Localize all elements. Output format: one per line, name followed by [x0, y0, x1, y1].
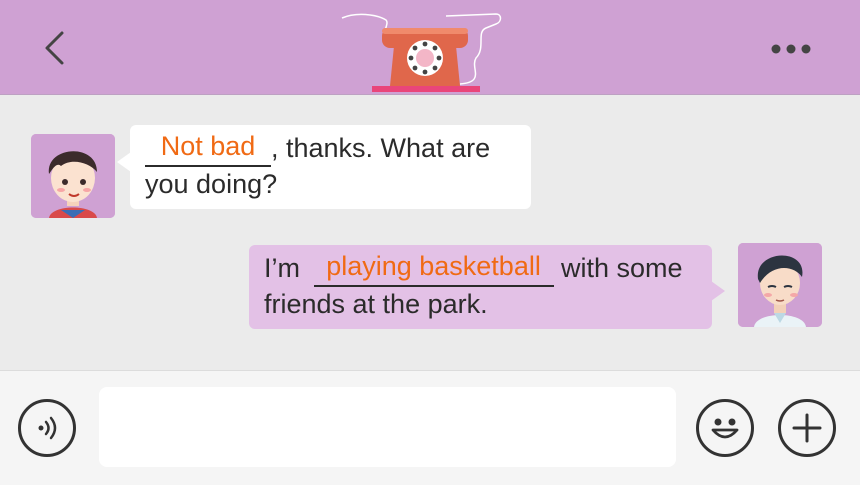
more-dots-icon [771, 44, 811, 54]
message-text: with some [553, 253, 683, 283]
young-man-avatar-icon[interactable] [738, 243, 822, 327]
telephone-icon [341, 13, 502, 92]
back-button[interactable] [34, 28, 74, 68]
chevron-left-icon [45, 31, 64, 65]
message-bubble-left: Not bad , thanks. What are you doing? [117, 125, 531, 209]
message-input[interactable] [99, 387, 676, 467]
more-options-button[interactable] [766, 34, 816, 64]
input-bar [0, 370, 860, 485]
message-text-before: I’m [264, 253, 300, 283]
message-text-line2: friends at the park. [264, 289, 488, 319]
answer-blank: playing basketball [313, 251, 554, 287]
answer-text: playing basketball [326, 251, 541, 281]
emoji-button[interactable] [696, 399, 754, 457]
answer-text: Not bad [160, 131, 256, 161]
smiley-icon [711, 418, 739, 439]
answer-blank: Not bad [145, 131, 271, 167]
voice-button[interactable] [18, 399, 76, 457]
voice-icon [38, 416, 57, 440]
message-bubble-right: I’m playing basketball with some friends… [249, 245, 725, 329]
chat-header [0, 0, 860, 95]
boy-avatar-icon[interactable] [31, 134, 115, 218]
add-button[interactable] [778, 399, 836, 457]
plus-icon [792, 413, 822, 443]
message-text: , thanks. What are [271, 133, 491, 163]
message-text-line2: you doing? [145, 169, 278, 199]
chat-area: Not bad , thanks. What are you doing? I’m… [0, 95, 860, 370]
